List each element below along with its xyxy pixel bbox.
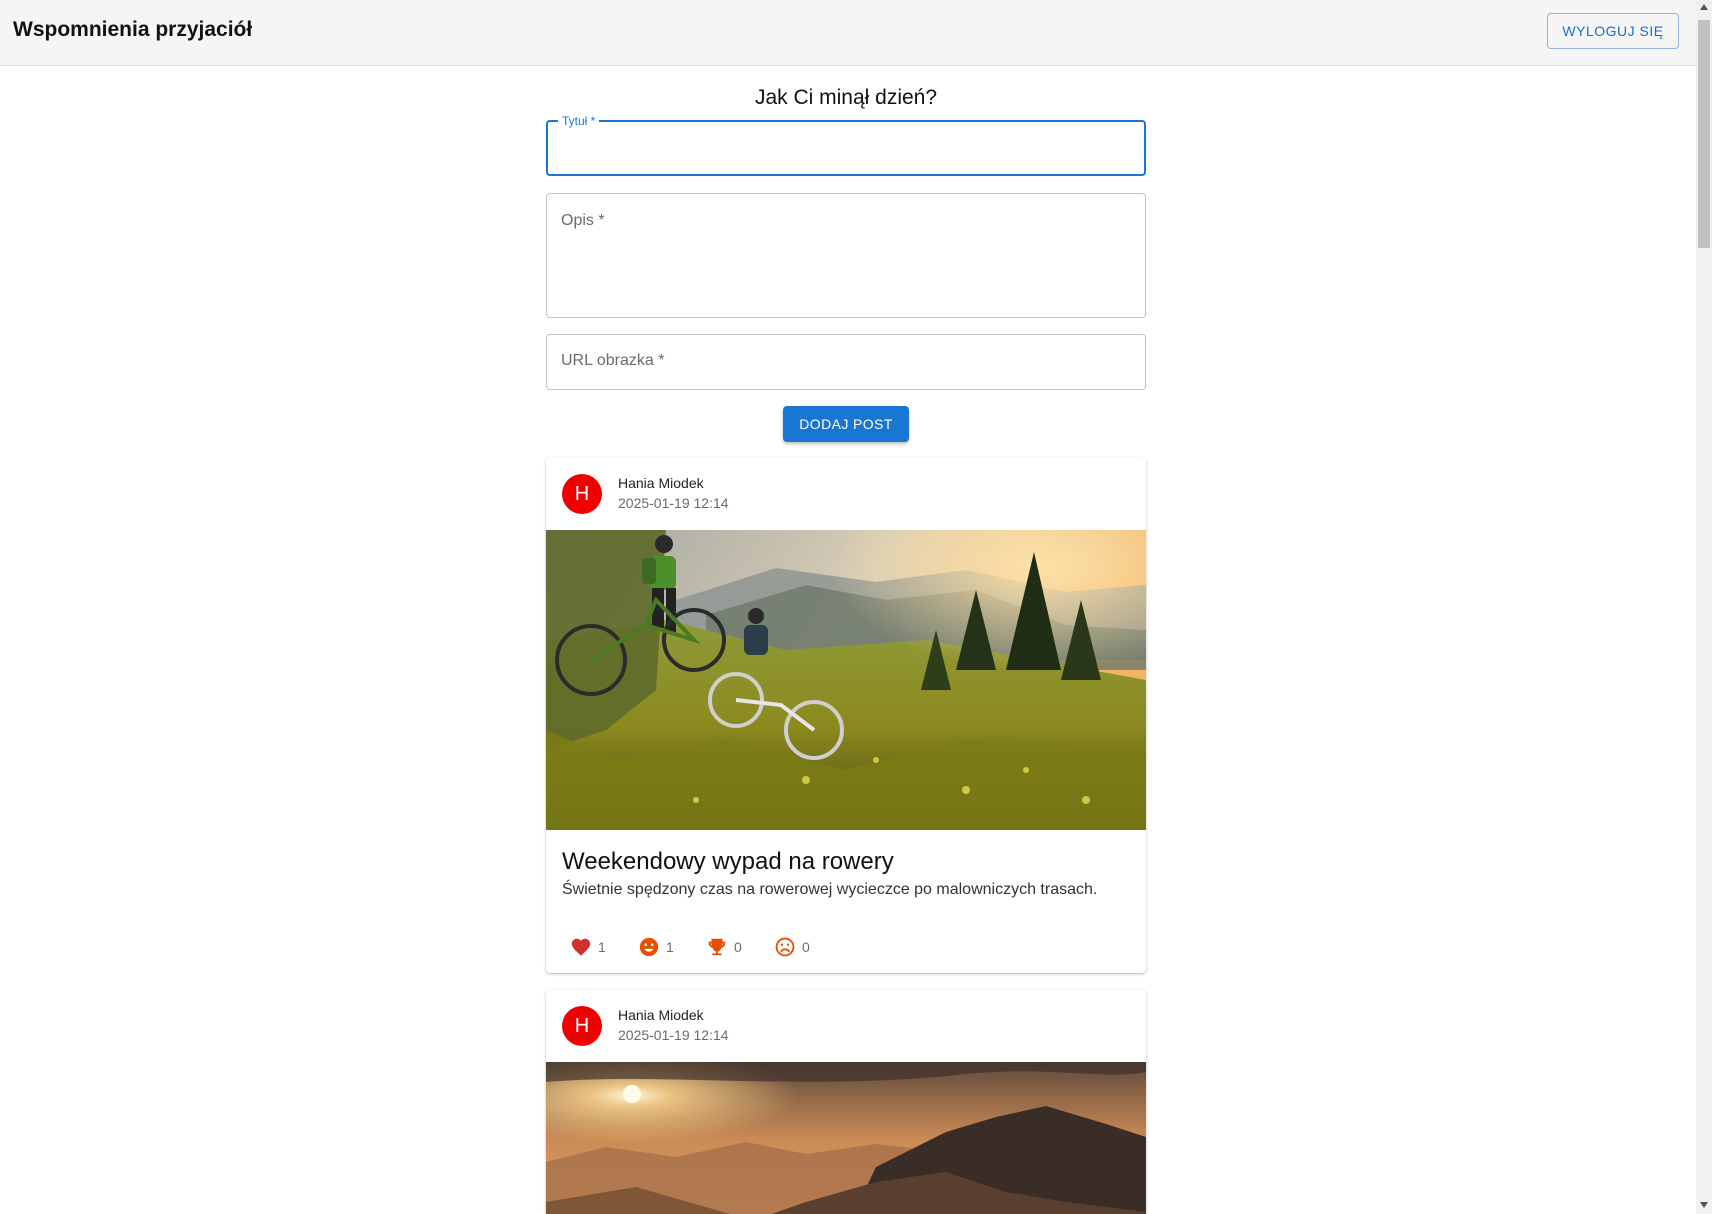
scroll-down-icon[interactable] xyxy=(1700,1202,1708,1208)
image-url-label: URL obrazka * xyxy=(561,352,665,369)
reaction-trophy-button[interactable]: 0 xyxy=(706,935,742,959)
scrollbar-thumb[interactable] xyxy=(1698,20,1710,248)
reaction-sad-count: 0 xyxy=(802,939,810,955)
sad-icon xyxy=(775,937,795,957)
post-date: 2025-01-19 12:14 xyxy=(618,495,729,511)
post-title: Weekendowy wypad na rowery xyxy=(562,848,894,875)
title-input[interactable] xyxy=(560,136,1130,154)
post-image-mountains xyxy=(546,1062,1146,1214)
reaction-heart-count: 1 xyxy=(598,939,606,955)
smile-icon xyxy=(639,937,659,957)
post-author: Hania Miodek xyxy=(618,475,704,491)
scroll-up-icon[interactable] xyxy=(1700,4,1708,10)
post-date: 2025-01-19 12:14 xyxy=(618,1027,729,1043)
post-image-bikers xyxy=(546,530,1146,830)
title-field[interactable]: Tytuł * xyxy=(546,114,1146,176)
logout-button[interactable]: WYLOGUJ SIĘ xyxy=(1547,13,1679,49)
post-description: Świetnie spędzony czas na rowerowej wyci… xyxy=(562,881,1098,898)
description-field[interactable]: Opis * xyxy=(546,193,1146,318)
trophy-icon xyxy=(708,938,726,956)
heart-icon xyxy=(571,938,591,956)
post-card: H Hania Miodek 2025-01-19 12:14 xyxy=(546,458,1146,973)
post-author: Hania Miodek xyxy=(618,1007,704,1023)
description-label: Opis * xyxy=(561,212,605,229)
page-scrollbar[interactable] xyxy=(1696,0,1712,1214)
app-bar: Wspomnienia przyjaciół WYLOGUJ SIĘ xyxy=(0,0,1696,66)
reaction-sad-button[interactable]: 0 xyxy=(774,935,810,959)
app-title: Wspomnienia przyjaciół xyxy=(13,18,253,41)
reaction-smile-count: 1 xyxy=(666,939,674,955)
image-url-field[interactable]: URL obrazka * xyxy=(546,334,1146,390)
add-post-button[interactable]: DODAJ POST xyxy=(783,406,909,442)
reaction-smile-button[interactable]: 1 xyxy=(638,935,674,959)
avatar: H xyxy=(562,1006,602,1046)
avatar: H xyxy=(562,474,602,514)
title-label: Tytuł * xyxy=(558,114,600,128)
reaction-heart-button[interactable]: 1 xyxy=(570,935,606,959)
form-heading: Jak Ci minął dzień? xyxy=(754,86,938,109)
reaction-trophy-count: 0 xyxy=(734,939,742,955)
post-card: H Hania Miodek 2025-01-19 12:14 xyxy=(546,990,1146,1214)
